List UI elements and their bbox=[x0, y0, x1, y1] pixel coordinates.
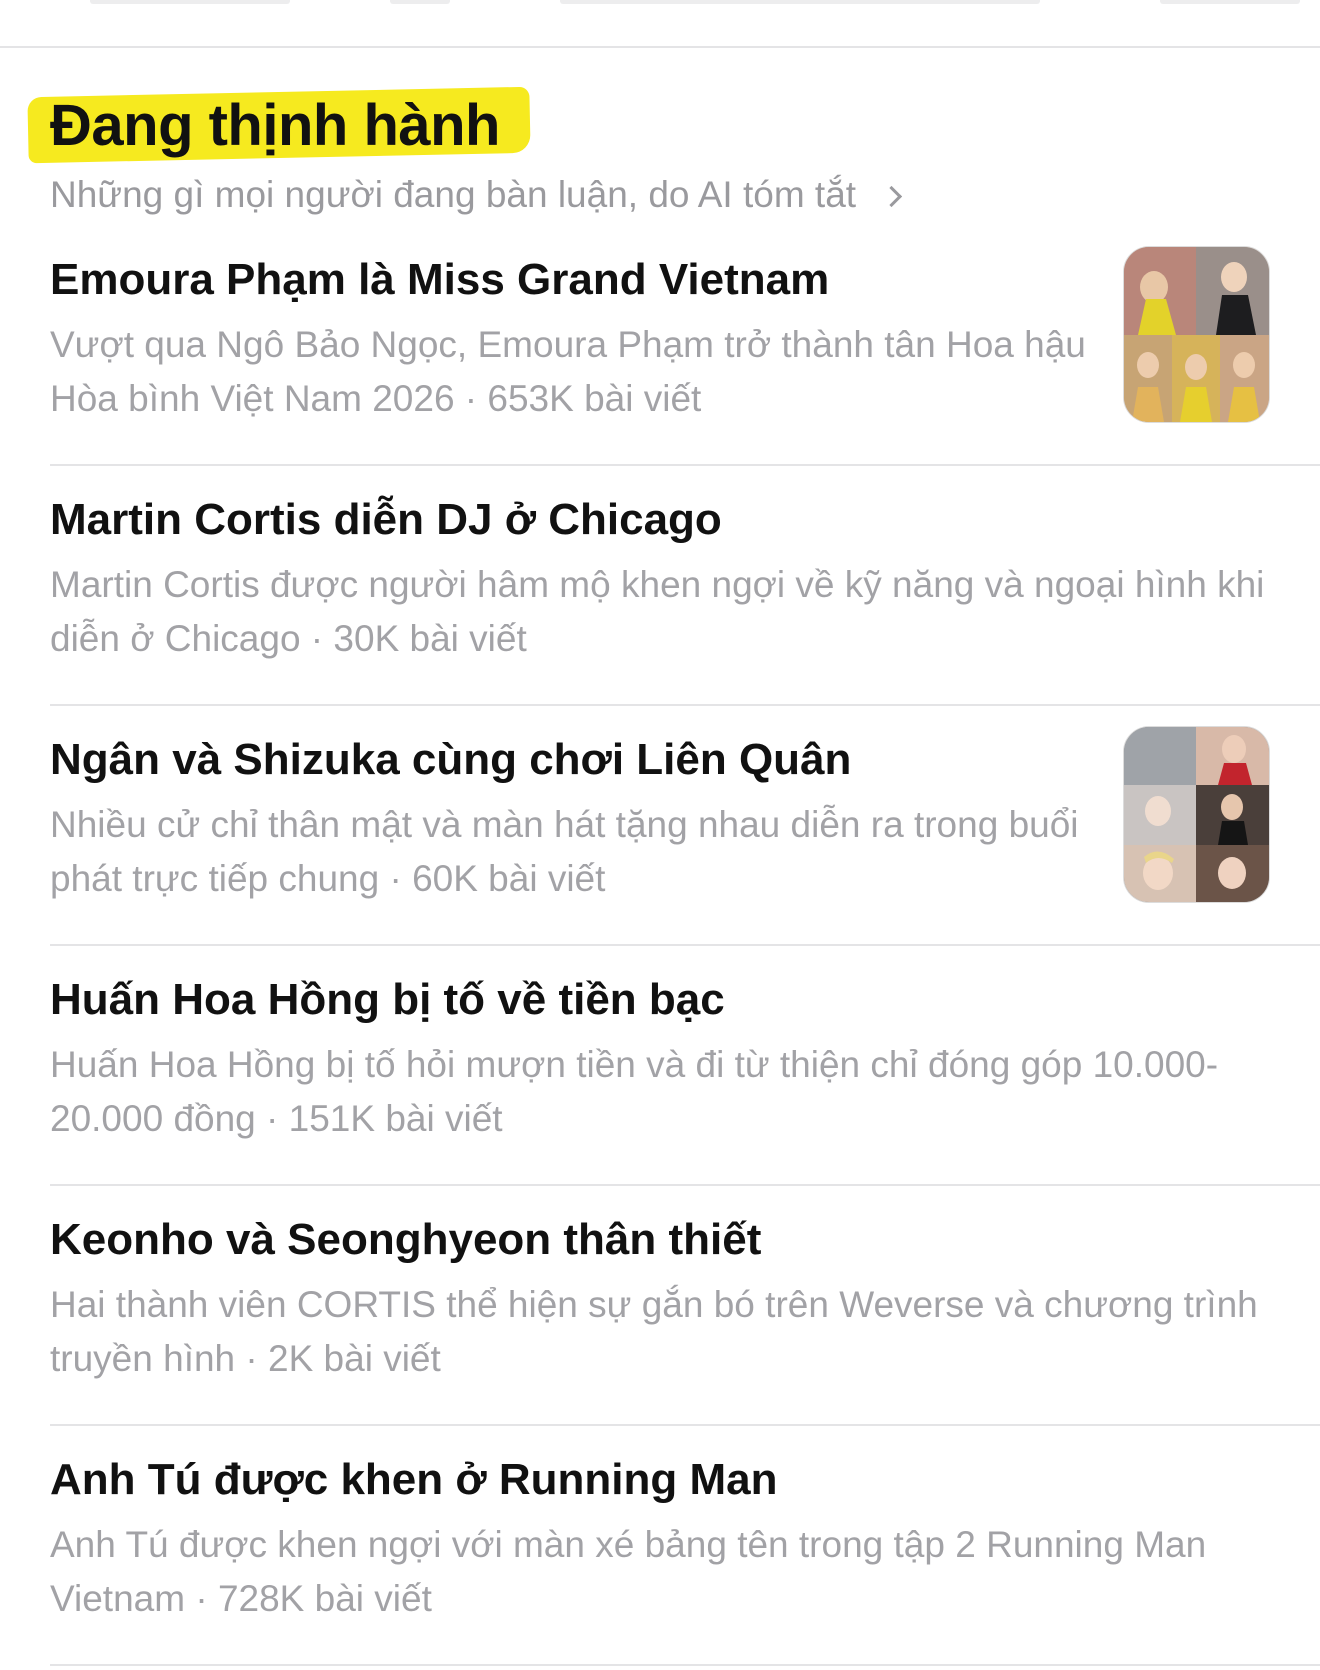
trend-description: Huấn Hoa Hồng bị tố hỏi mượn tiền và đi … bbox=[50, 1044, 1219, 1139]
trend-thumbnail[interactable] bbox=[1123, 246, 1270, 423]
top-bar-edge bbox=[0, 0, 1320, 48]
section-title: Đang thịnh hành bbox=[50, 93, 501, 158]
trend-item[interactable]: Emoura Phạm là Miss Grand Vietnam Vượt q… bbox=[50, 226, 1320, 466]
chevron-right-icon bbox=[880, 185, 903, 207]
trend-description: Nhiều cử chỉ thân mật và màn hát tặng nh… bbox=[50, 804, 1079, 899]
trend-item[interactable]: Keonho và Seonghyeon thân thiết Hai thàn… bbox=[50, 1186, 1320, 1426]
tab-remnant bbox=[1160, 0, 1300, 4]
trend-description: Anh Tú được khen ngợi với màn xé bảng tê… bbox=[50, 1524, 1207, 1619]
tab-remnant bbox=[560, 0, 1040, 4]
trend-title: Martin Cortis diễn DJ ở Chicago bbox=[50, 495, 722, 544]
trend-title: Anh Tú được khen ở Running Man bbox=[50, 1455, 778, 1504]
trend-description: Martin Cortis được người hâm mộ khen ngợ… bbox=[50, 564, 1265, 659]
trend-description: Vượt qua Ngô Bảo Ngọc, Emoura Phạm trở t… bbox=[50, 324, 1086, 419]
trend-title: Emoura Phạm là Miss Grand Vietnam bbox=[50, 255, 830, 304]
photo-collage-image bbox=[1124, 727, 1269, 902]
trend-title: Huấn Hoa Hồng bị tố về tiền bạc bbox=[50, 975, 725, 1024]
trending-header: Đang thịnh hành Những gì mọi người đang … bbox=[27, 86, 1290, 220]
section-subtitle-link[interactable]: Những gì mọi người đang bàn luận, do AI … bbox=[50, 170, 1290, 220]
trending-list: Emoura Phạm là Miss Grand Vietnam Vượt q… bbox=[50, 226, 1320, 1666]
trend-thumbnail[interactable] bbox=[1123, 726, 1270, 903]
trend-item[interactable]: Ngân và Shizuka cùng chơi Liên Quân Nhiề… bbox=[50, 706, 1320, 946]
photo-collage-image bbox=[1124, 247, 1269, 422]
tab-remnant bbox=[90, 0, 290, 4]
section-subtitle: Những gì mọi người đang bàn luận, do AI … bbox=[50, 174, 857, 215]
trend-title: Ngân và Shizuka cùng chơi Liên Quân bbox=[50, 735, 852, 784]
section-title-wrap: Đang thịnh hành bbox=[27, 86, 531, 166]
tab-remnant bbox=[390, 0, 450, 4]
trend-item[interactable]: Martin Cortis diễn DJ ở Chicago Martin C… bbox=[50, 466, 1320, 706]
trend-item[interactable]: Huấn Hoa Hồng bị tố về tiền bạc Huấn Hoa… bbox=[50, 946, 1320, 1186]
trend-item[interactable]: Anh Tú được khen ở Running Man Anh Tú đư… bbox=[50, 1426, 1320, 1666]
trend-title: Keonho và Seonghyeon thân thiết bbox=[50, 1215, 762, 1264]
trend-description: Hai thành viên CORTIS thể hiện sự gắn bó… bbox=[50, 1284, 1258, 1379]
